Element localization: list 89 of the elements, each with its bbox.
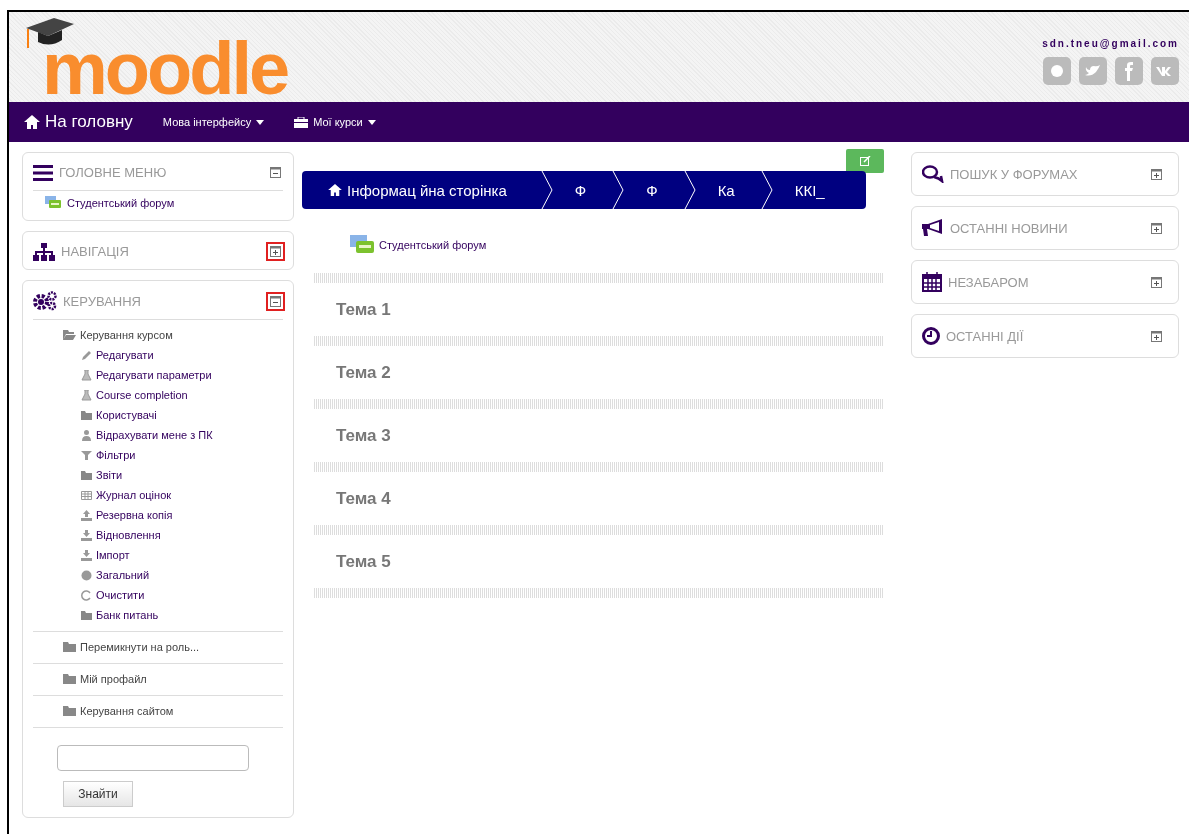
menu-icon <box>33 164 53 181</box>
toggle-icon <box>1151 168 1162 180</box>
toggle-icon <box>1151 276 1162 288</box>
home-icon <box>328 184 342 196</box>
tree-item[interactable]: Користувачі <box>33 405 283 425</box>
chat-icon <box>45 196 61 210</box>
tree-item[interactable]: Банк питань <box>33 605 283 625</box>
tree-item[interactable]: Звіти <box>33 465 283 485</box>
topic-title: Тема 2 <box>336 362 391 383</box>
tree-item[interactable]: Перемикнути на роль... <box>63 641 283 653</box>
toggle-icon <box>270 167 281 178</box>
chat-icon <box>350 235 374 255</box>
filter-icon <box>81 449 92 461</box>
bullhorn-icon <box>922 219 944 237</box>
tree-item[interactable]: Керування курсом <box>63 329 283 341</box>
edit-icon <box>859 156 871 166</box>
menu-dropdown[interactable]: Мова інтерфейсу <box>162 116 265 128</box>
table-icon <box>81 489 92 501</box>
tree-item[interactable]: Редагувати <box>33 345 283 365</box>
forum-link[interactable]: Студентський форум <box>33 196 283 210</box>
collapse-toggle[interactable] <box>266 291 285 311</box>
folder-icon <box>81 469 92 481</box>
caret-icon <box>256 119 265 125</box>
folder-icon <box>63 642 76 652</box>
tree-item[interactable]: Загальний <box>33 565 283 585</box>
caret-icon <box>367 119 376 125</box>
edit-button[interactable] <box>846 149 884 173</box>
flask-icon <box>81 369 92 381</box>
tree-item[interactable]: Керування сайтом <box>63 705 283 717</box>
tree-item[interactable]: Журнал оцінок <box>33 485 283 505</box>
folder-icon <box>63 674 76 684</box>
toggle-icon <box>1151 222 1162 234</box>
home-icon <box>24 115 40 129</box>
calendar-icon <box>922 272 942 292</box>
breadcrumb-link[interactable]: ККІ_ <box>772 171 851 209</box>
block-title: ОСТАННІ ДІЇ <box>946 328 1025 344</box>
forum-link[interactable]: Студентський форум <box>302 209 884 273</box>
upload-icon <box>81 509 92 521</box>
folder-icon <box>81 609 92 621</box>
tree-item[interactable]: Відновлення <box>33 525 283 545</box>
topic-title: Тема 1 <box>336 299 391 320</box>
toggle-icon <box>270 246 281 257</box>
refresh-icon <box>81 589 92 601</box>
search-field[interactable] <box>57 745 249 771</box>
briefcase-icon <box>294 116 309 128</box>
topic-title: Тема 3 <box>336 425 391 446</box>
globe-icon <box>81 569 92 581</box>
clock-icon <box>922 327 940 345</box>
tree-item[interactable]: Мій профайл <box>63 673 283 685</box>
tree-item[interactable]: Резервна копія <box>33 505 283 525</box>
block-title: НЕЗАБАРОМ <box>948 274 1030 290</box>
chevron-separator-icon <box>760 171 773 209</box>
chevron-separator-icon <box>683 171 696 209</box>
tree-item[interactable]: Очистити <box>33 585 283 605</box>
breadcrumb-link[interactable]: Інформац йна сторінка <box>302 171 541 209</box>
chevron-separator-icon <box>612 171 625 209</box>
gears-icon <box>33 291 57 311</box>
breadcrumb-link[interactable]: Ка <box>695 171 761 209</box>
tree-item[interactable]: Фільтри <box>33 445 283 465</box>
pencil-icon <box>81 349 92 361</box>
user-icon <box>81 429 92 441</box>
topic-title: Тема 4 <box>336 488 391 509</box>
tree-item[interactable]: Імпорт <box>33 545 283 565</box>
breadcrumb-link[interactable]: Ф <box>552 171 613 209</box>
open-folder-icon <box>63 330 76 340</box>
collapse-toggle[interactable] <box>266 242 285 261</box>
tree-item[interactable]: Відрахувати мене з ПК <box>33 425 283 445</box>
folder-icon <box>63 706 76 716</box>
block-title: ОСТАННІ НОВИНИ <box>950 220 1069 236</box>
flask-icon <box>81 389 92 401</box>
menu-dropdown[interactable]: Мої курси <box>294 116 376 128</box>
block-title: НАВІГАЦІЯ <box>61 244 130 259</box>
block-title: КЕРУВАННЯ <box>63 293 142 309</box>
tree-item[interactable]: Редагувати параметри <box>33 365 283 385</box>
home-link[interactable]: На головну <box>24 112 133 132</box>
block-title: ГОЛОВНЕ МЕНЮ <box>59 165 168 180</box>
email-text: sdn.tneu@gmail.com <box>1042 38 1179 49</box>
block-title: ПОШУК У ФОРУМАХ <box>950 166 1079 182</box>
toggle-icon <box>270 295 281 307</box>
breadcrumb-link[interactable]: Ф <box>624 171 684 209</box>
topic-title: Тема 5 <box>336 551 391 572</box>
toggle-icon <box>1151 330 1162 342</box>
tree-item[interactable]: Course completion <box>33 385 283 405</box>
sitemap-icon <box>33 242 55 261</box>
chevron-separator-icon <box>540 171 553 209</box>
search-button[interactable]: Знайти <box>63 781 133 807</box>
download-icon <box>81 549 92 561</box>
download-icon <box>81 529 92 541</box>
folder-icon <box>81 409 92 421</box>
